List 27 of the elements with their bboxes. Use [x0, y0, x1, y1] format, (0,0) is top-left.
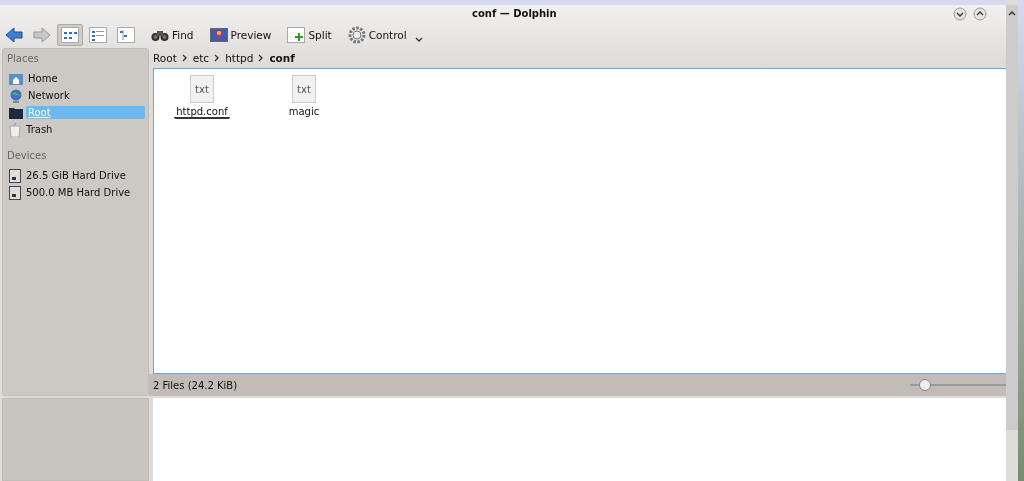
find-button[interactable]: Find — [149, 27, 196, 43]
control-button[interactable]: Control — [345, 25, 409, 45]
places-item[interactable]: Trash — [3, 121, 148, 138]
device-label: 26.5 GiB Hard Drive — [25, 169, 127, 182]
breadcrumb-item[interactable]: etc — [192, 52, 210, 64]
file-name[interactable]: magic — [286, 106, 322, 117]
place-label: Network — [27, 89, 71, 102]
preview-button[interactable]: Preview — [207, 27, 274, 43]
device-item[interactable]: 26.5 GiB Hard Drive — [3, 167, 148, 184]
breadcrumb-item[interactable]: conf — [269, 52, 295, 64]
split-button[interactable]: Split — [285, 26, 334, 44]
breadcrumb-item[interactable]: httpd — [225, 52, 254, 64]
section-heading: Devices — [6, 149, 48, 163]
status-text: 2 Files (24.2 KiB) — [153, 379, 238, 391]
places-item[interactable]: Home — [3, 70, 148, 87]
breadcrumb-item[interactable]: Root — [153, 52, 177, 64]
text-file-icon[interactable]: txt — [190, 75, 214, 103]
section-heading: Places — [6, 52, 40, 66]
places-item[interactable]: Network — [3, 87, 148, 104]
place-label: Home — [27, 72, 59, 85]
window-title: conf — Dolphin — [472, 8, 557, 19]
place-label: Root — [26, 106, 145, 119]
file-name[interactable]: httpd.conf — [174, 106, 230, 119]
place-label: Trash — [25, 123, 54, 136]
device-item[interactable]: 500.0 MB Hard Drive — [3, 184, 148, 201]
text-file-icon[interactable]: txt — [292, 75, 316, 103]
device-label: 500.0 MB Hard Drive — [25, 186, 132, 199]
